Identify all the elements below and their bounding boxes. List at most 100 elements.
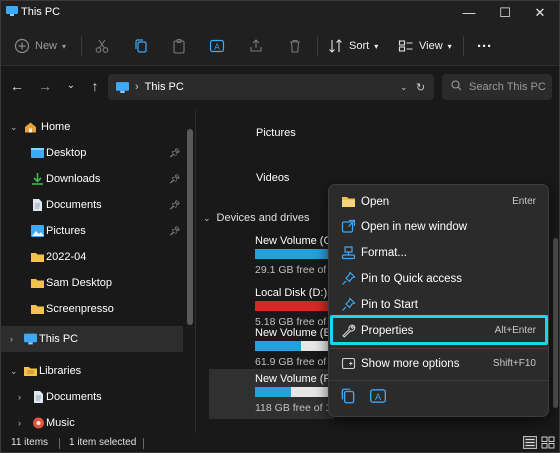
item-count: 11 items (11, 437, 49, 448)
drive-usage-fill (255, 387, 291, 397)
menu-divider (329, 380, 548, 381)
forward-arrow-icon[interactable]: → (36, 77, 54, 95)
paste-icon[interactable] (171, 38, 187, 54)
recent-locations-chevron-icon[interactable]: ⌄ (62, 77, 80, 95)
menu-item-pin-start[interactable]: Pin to Start (333, 292, 544, 317)
sidebar-item-downloads[interactable]: Downloads 📌︎ (1, 166, 183, 192)
drive-item[interactable]: New Volume (E:) 61.9 GB free of 9 (209, 323, 375, 373)
open-new-window-icon (341, 219, 356, 233)
view-button[interactable]: View ▾ (398, 34, 452, 58)
pin-icon (342, 271, 356, 285)
pin-icon: 📌︎ (169, 147, 181, 158)
status-bar: 11 items 1 item selected (1, 434, 559, 452)
documents-library-icon (34, 391, 43, 403)
toolbar-divider (317, 36, 318, 56)
menu-item-open-new-window[interactable]: Open in new window (333, 214, 544, 239)
sidebar-item-libraries[interactable]: ⌄ Libraries (1, 358, 183, 384)
sidebar-item-label: 2022-04 (46, 251, 87, 263)
drive-name: Local Disk (D:) (255, 287, 328, 299)
menu-item-open[interactable]: Open Enter (333, 189, 544, 214)
downloads-folder-icon (32, 173, 43, 185)
delete-icon[interactable] (287, 38, 303, 54)
menu-item-shortcut: Enter (512, 196, 536, 207)
share-icon[interactable] (248, 38, 264, 54)
breadcrumb-this-pc[interactable]: This PC (145, 81, 184, 93)
drive-item[interactable]: New Volume (C:) 29.1 GB free of 1 (209, 231, 375, 281)
rename-icon[interactable]: A (369, 387, 387, 405)
drive-item[interactable]: New Volume (F:) 118 GB free of 16 (209, 369, 375, 419)
sidebar-item-this-pc[interactable]: › This PC (1, 326, 183, 352)
toolbar-divider (463, 36, 464, 56)
sidebar-item-sam-desktop[interactable]: Sam Desktop (1, 270, 183, 296)
sidebar-item-documents[interactable]: Documents 📌︎ (1, 192, 183, 218)
menu-item-shortcut: Shift+F10 (492, 358, 536, 369)
folder-icon (31, 305, 44, 314)
expand-chevron-icon[interactable]: ⌄ (10, 122, 18, 133)
menu-item-label: Pin to Quick access (361, 272, 462, 285)
properties-highlight-box (330, 315, 548, 345)
more-options-button[interactable]: ··· (477, 34, 492, 58)
address-chevron-down-icon[interactable]: ⌄ (400, 82, 408, 93)
new-button[interactable]: New ▾ (14, 34, 66, 58)
title-bar: This PC — ☐ ✕ (1, 1, 559, 26)
search-icon (451, 80, 462, 94)
sidebar-item-2022-04[interactable]: 2022-04 (1, 244, 183, 270)
up-arrow-icon[interactable]: ↑ (86, 77, 104, 95)
sidebar-item-label: Home (41, 121, 71, 133)
close-button[interactable]: ✕ (522, 1, 558, 26)
window-title: This PC (21, 6, 61, 18)
this-pc-icon (116, 81, 129, 93)
sidebar-item-pictures[interactable]: Pictures 📌︎ (1, 218, 183, 244)
sidebar-item-screenpresso[interactable]: Screenpresso (1, 296, 183, 322)
sort-button[interactable]: Sort ▾ (328, 34, 378, 58)
menu-item-format[interactable]: Format... (333, 240, 544, 265)
search-box[interactable]: Search This PC (442, 74, 552, 100)
status-divider (143, 438, 144, 449)
sidebar-item-label: Documents (46, 199, 102, 211)
svg-text:A: A (214, 43, 220, 52)
back-arrow-icon[interactable]: ← (8, 77, 26, 95)
menu-item-label: Open in new window (361, 220, 468, 233)
sidebar-item-music[interactable]: › Music (1, 410, 183, 436)
address-bar[interactable]: › This PC ⌄ ↻ (108, 74, 434, 100)
home-icon (25, 122, 36, 133)
pin-icon: 📌︎ (169, 199, 181, 210)
sidebar-item-label: Pictures (46, 225, 86, 237)
sidebar-item-home[interactable]: ⌄ Home (1, 114, 183, 140)
toolbar-divider (81, 36, 82, 56)
menu-item-label: Open (361, 195, 390, 208)
menu-item-show-more-options[interactable]: Show more options Shift+F10 (333, 351, 544, 376)
drive-usage-fill (255, 341, 301, 351)
folder-pictures[interactable]: Pictures (256, 127, 296, 139)
sidebar-item-desktop[interactable]: Desktop 📌︎ (1, 140, 183, 166)
breadcrumb-separator: › (135, 81, 139, 93)
maximize-button[interactable]: ☐ (487, 1, 523, 26)
tiles-view-icon[interactable] (541, 436, 555, 449)
view-layout-icon (398, 40, 413, 52)
chevron-down-icon: ▾ (374, 41, 379, 51)
pictures-folder-icon (31, 225, 44, 237)
sort-icon (329, 39, 342, 53)
refresh-icon[interactable]: ↻ (416, 81, 425, 94)
view-button-label: View (419, 40, 443, 52)
expand-chevron-icon[interactable]: › (10, 334, 13, 344)
details-view-icon[interactable] (523, 436, 537, 449)
sidebar-scrollbar[interactable] (187, 129, 193, 325)
search-placeholder: Search This PC (469, 81, 546, 93)
devices-and-drives-header[interactable]: ⌄ Devices and drives (203, 212, 309, 224)
expand-chevron-icon[interactable]: › (18, 392, 21, 402)
copy-icon[interactable] (133, 38, 149, 54)
copy-icon[interactable] (339, 387, 357, 405)
minimize-button[interactable]: — (451, 1, 487, 26)
expand-chevron-icon[interactable]: › (18, 418, 21, 428)
cut-icon[interactable] (94, 38, 110, 54)
menu-item-pin-quick-access[interactable]: Pin to Quick access (333, 266, 544, 291)
expand-chevron-icon[interactable]: ⌄ (10, 366, 18, 377)
pin-icon: 📌︎ (169, 173, 181, 184)
content-scrollbar[interactable] (553, 238, 558, 408)
folder-videos[interactable]: Videos (256, 172, 289, 184)
section-title: Devices and drives (216, 212, 310, 224)
sidebar-item-library-documents[interactable]: › Documents (1, 384, 183, 410)
rename-icon[interactable]: A (209, 38, 225, 54)
menu-item-label: Format... (361, 246, 408, 259)
